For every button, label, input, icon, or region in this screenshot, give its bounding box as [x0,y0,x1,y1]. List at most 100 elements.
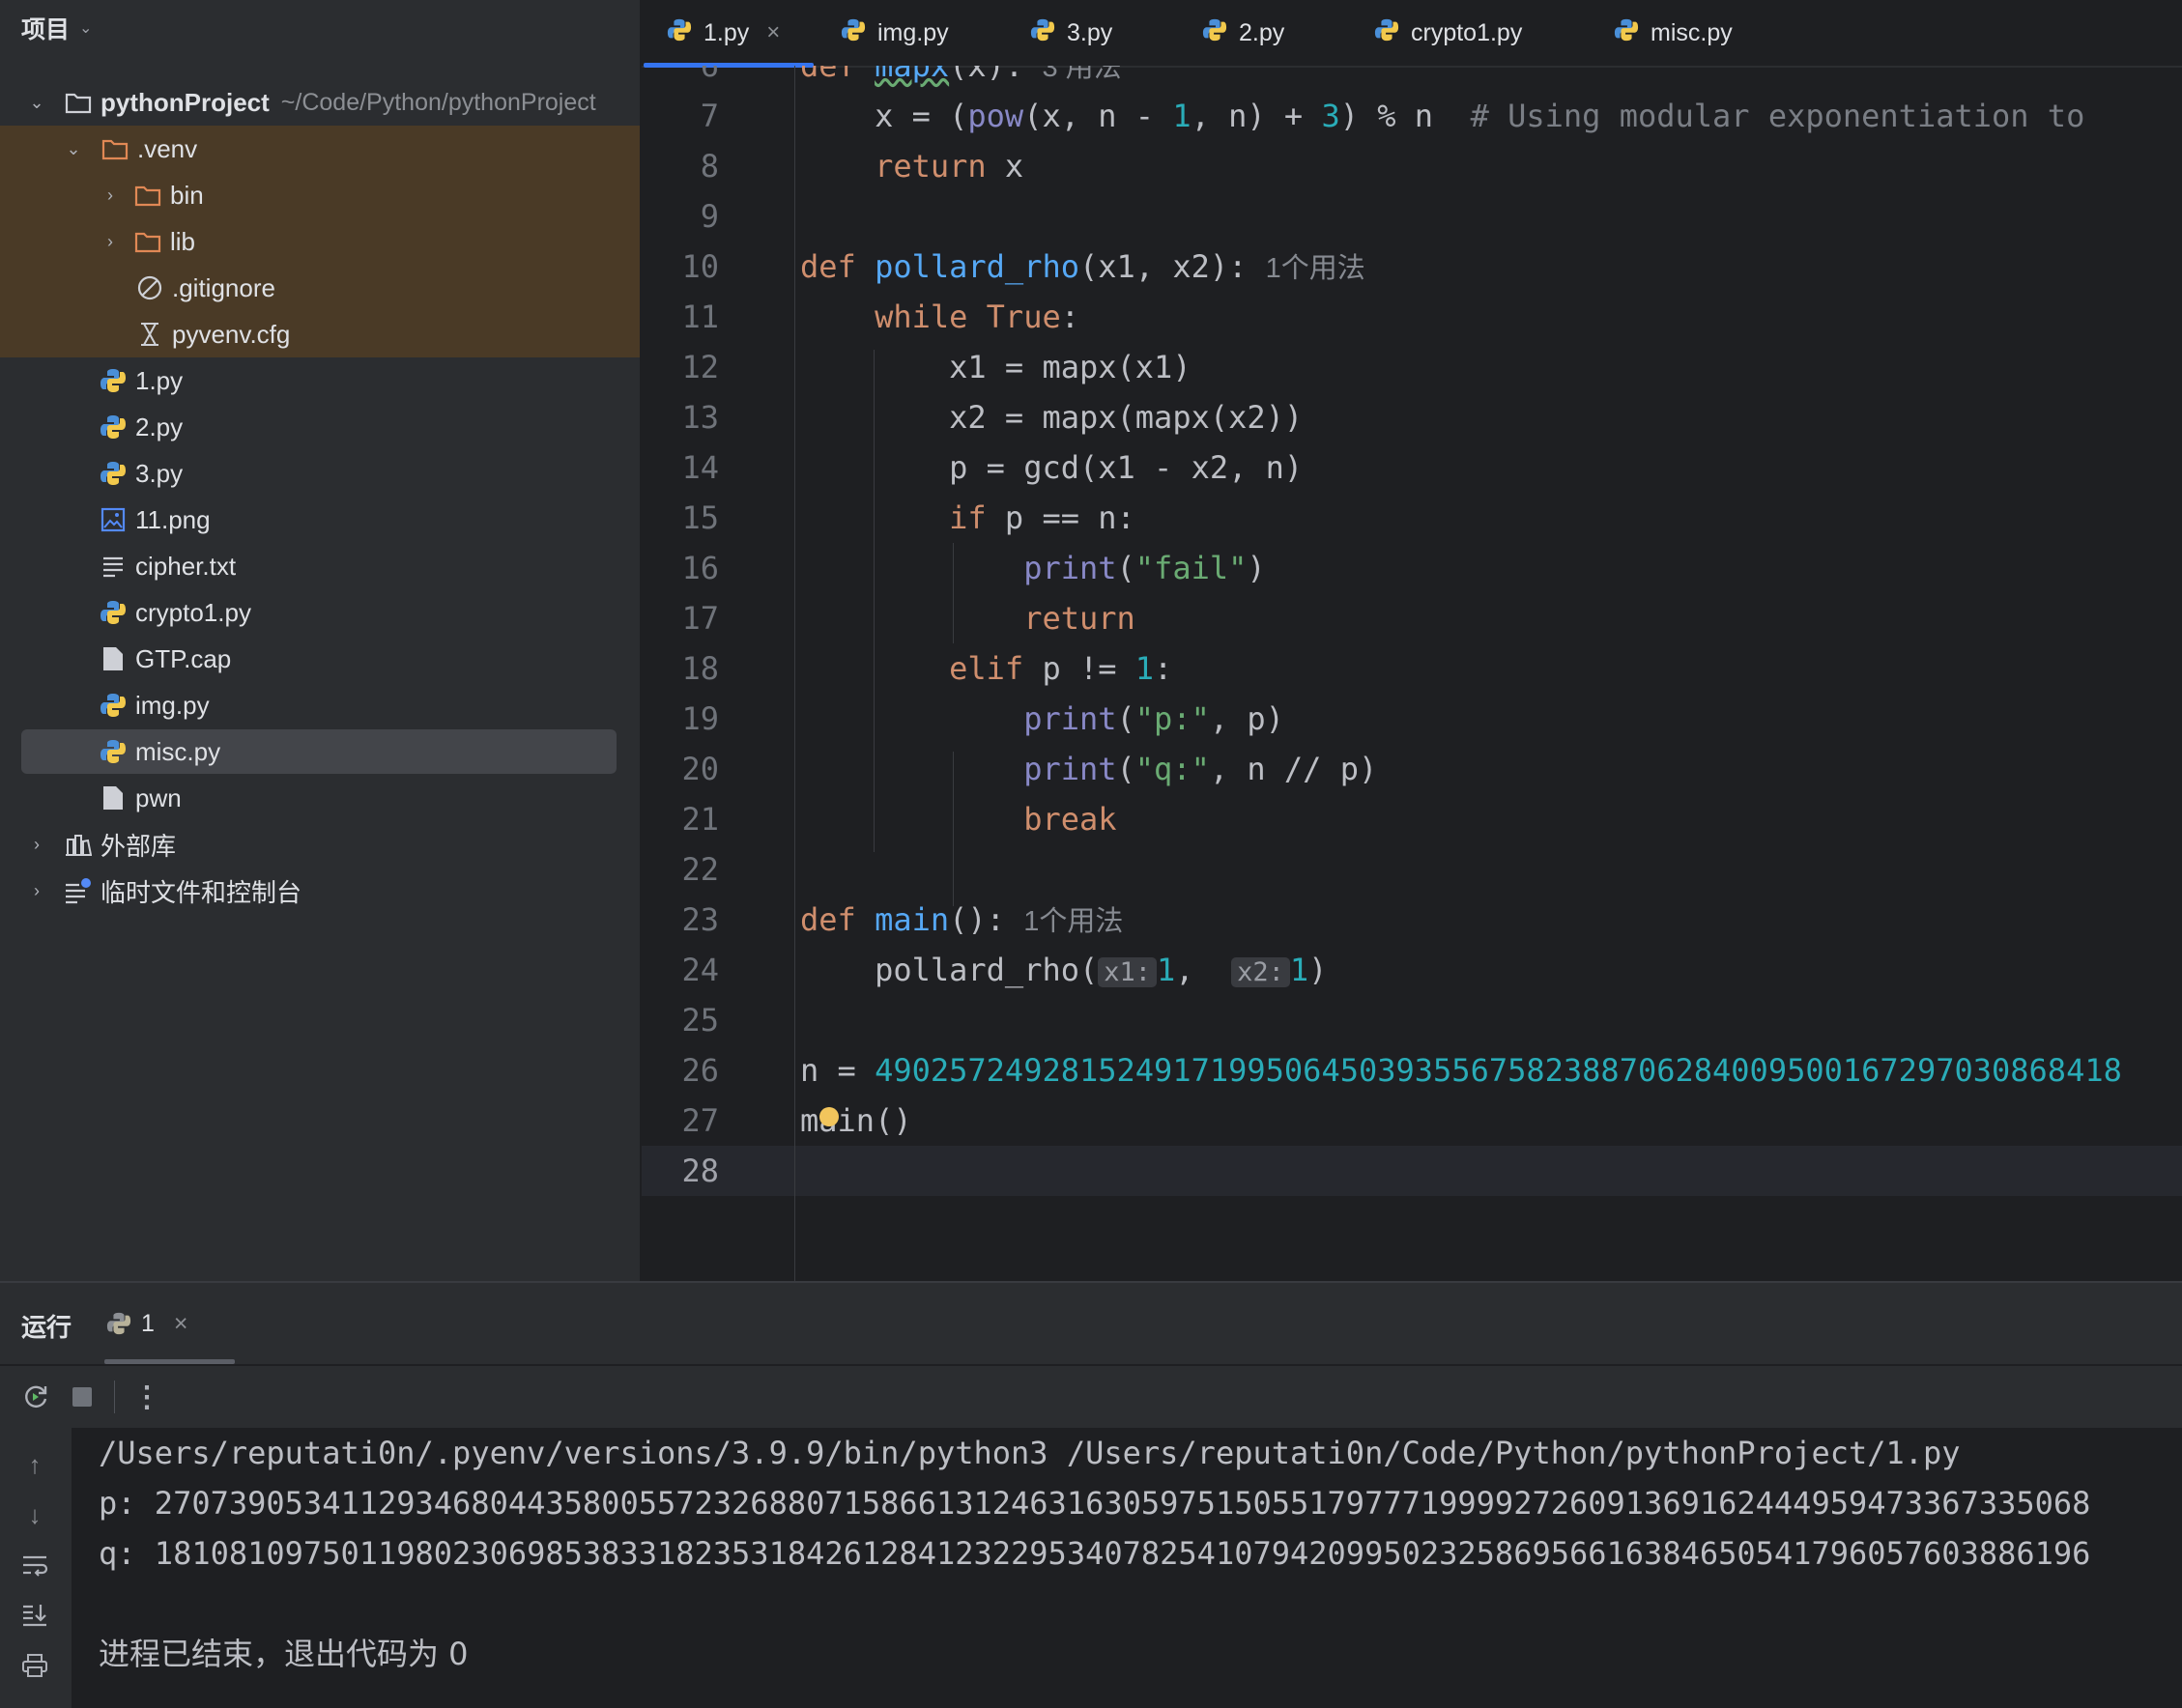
line-number: 21 [681,801,719,838]
file-icon [99,783,128,812]
config-file-icon [135,320,164,349]
chevron-down-icon[interactable]: ⌄ [62,139,85,159]
code-line: 8 return x [642,141,2182,191]
folder-icon [133,227,162,256]
line-number: 11 [681,299,719,335]
python-file-icon [841,17,866,49]
scroll-up-icon[interactable]: ↑ [17,1447,52,1482]
run-panel: 运行 1 × ⋮ ↑ ↓ /Users/reputati0n/.pyenv/ve… [0,1281,2182,1708]
scroll-to-end-icon[interactable] [17,1598,52,1633]
tree-item-label: 11.png [135,504,211,534]
console-output[interactable]: /Users/reputati0n/.pyenv/versions/3.9.9/… [99,1428,2182,1708]
line-number: 22 [681,851,719,888]
stop-icon[interactable] [70,1384,95,1409]
python-file-icon [1030,17,1055,49]
usage-hint[interactable]: 1个用法 [1266,253,1365,284]
line-number: 15 [681,499,719,536]
console-line: /Users/reputati0n/.pyenv/versions/3.9.9/… [99,1435,1961,1471]
python-file-icon [99,459,128,488]
tree-file-1-py[interactable]: 1.py [0,357,640,404]
code-line: 19 print("p:", p) [642,694,2182,744]
tree-item-label: bin [170,180,204,210]
line-number: 24 [681,952,719,988]
code-line: 12 x1 = mapx(x1) [642,342,2182,392]
tree-file-cipher-txt[interactable]: cipher.txt [0,543,640,589]
chevron-right-icon[interactable]: › [99,185,122,206]
code-line: 21 break [642,794,2182,844]
folder-icon [64,88,93,117]
line-number: 12 [681,349,719,385]
code-line: 15 if p == n: [642,493,2182,543]
line-number: 28 [681,1153,719,1189]
code-line: 6 def mapx(x): 3 用法 [642,66,2182,91]
tree-root-pythonproject[interactable]: ⌄ pythonProject ~/Code/Python/pythonProj… [0,79,640,126]
line-number: 6 [700,66,719,84]
close-icon[interactable]: × [174,1310,188,1338]
line-number: 20 [681,751,719,787]
chevron-down-icon[interactable]: ⌄ [79,18,92,38]
tree-file-2-py[interactable]: 2.py [0,404,640,450]
code-line-current: 28 [642,1146,2182,1196]
run-tab-1[interactable]: 1 × [104,1283,235,1364]
more-options-icon[interactable]: ⋮ [132,1381,161,1414]
project-path: ~/Code/Python/pythonProject [280,88,596,116]
tab-label: img.py [877,18,949,46]
tab-crypto1-py[interactable]: crypto1.py [1349,0,1589,66]
tree-file-11-png[interactable]: 11.png [0,497,640,543]
tree-file-gtp-cap[interactable]: GTP.cap [0,636,640,682]
tab-misc-py[interactable]: misc.py [1589,0,1782,66]
library-icon [64,830,93,859]
tab-label: 2.py [1239,18,1285,46]
project-sidebar: 项目 ⌄ ⌄ pythonProject ~/Code/Python/pytho… [0,0,642,1281]
tree-file-3-py[interactable]: 3.py [0,450,640,497]
tree-file-misc-py[interactable]: misc.py [0,728,640,775]
chevron-right-icon[interactable]: › [25,835,48,855]
code-line: 9 [642,191,2182,242]
tree-file-pwn[interactable]: pwn [0,775,640,821]
tree-folder-lib[interactable]: › lib [0,218,640,265]
text-file-icon [99,552,128,581]
python-file-icon [99,413,128,441]
tab-2-py[interactable]: 2.py [1177,0,1349,66]
tree-external-libraries[interactable]: › 外部库 [0,821,640,868]
scroll-down-icon[interactable]: ↓ [17,1497,52,1532]
console-exit-message: 进程已结束，退出代码为 0 [99,1636,469,1672]
tree-file-img-py[interactable]: img.py [0,682,640,728]
usage-hint[interactable]: 1个用法 [1023,906,1123,937]
chevron-down-icon[interactable]: ⌄ [25,93,48,113]
tree-file-pyvenv-cfg[interactable]: pyvenv.cfg [0,311,640,357]
project-view-header[interactable]: 项目 ⌄ [0,0,640,56]
tab-img-py[interactable]: img.py [816,0,1005,66]
tab-1-py[interactable]: 1.py × [642,0,816,68]
chevron-right-icon[interactable]: › [99,232,122,252]
code-editor[interactable]: 6 def mapx(x): 3 用法 7 x = (pow(x, n - 1, … [642,66,2182,1281]
tree-item-label: misc.py [135,736,221,766]
line-number: 16 [681,550,719,586]
python-file-icon [1374,17,1399,49]
tree-item-label: .venv [137,133,198,163]
tree-file-gitignore[interactable]: .gitignore [0,265,640,311]
chevron-right-icon[interactable]: › [25,881,48,901]
close-icon[interactable]: × [766,19,780,46]
tree-folder-bin[interactable]: › bin [0,172,640,218]
console-line: p: 2707390534112934680443580055723268807… [99,1485,2091,1522]
print-icon[interactable] [17,1648,52,1683]
usage-hint[interactable]: 3 用法 [1042,66,1121,83]
python-file-icon [104,1309,133,1338]
code-line: 13 x2 = mapx(mapx(x2)) [642,392,2182,442]
python-file-icon [99,366,128,395]
tree-folder-venv[interactable]: ⌄ .venv [0,126,640,172]
tree-scratches-and-consoles[interactable]: › 临时文件和控制台 [0,868,640,914]
lightbulb-icon[interactable] [819,1107,839,1126]
gutter-divider [794,66,795,1281]
code-line: 10 def pollard_rho(x1, x2): 1个用法 [642,242,2182,292]
code-line: 7 x = (pow(x, n - 1, n) + 3) % n # Using… [642,91,2182,141]
soft-wrap-icon[interactable] [17,1548,52,1582]
tree-item-label: pwn [135,783,182,812]
tree-file-crypto1-py[interactable]: crypto1.py [0,589,640,636]
tree-item-label: cipher.txt [135,551,237,581]
line-number: 17 [681,600,719,637]
run-tab-label: 1 [141,1309,155,1337]
rerun-icon[interactable] [19,1381,52,1413]
tab-3-py[interactable]: 3.py [1005,0,1177,66]
